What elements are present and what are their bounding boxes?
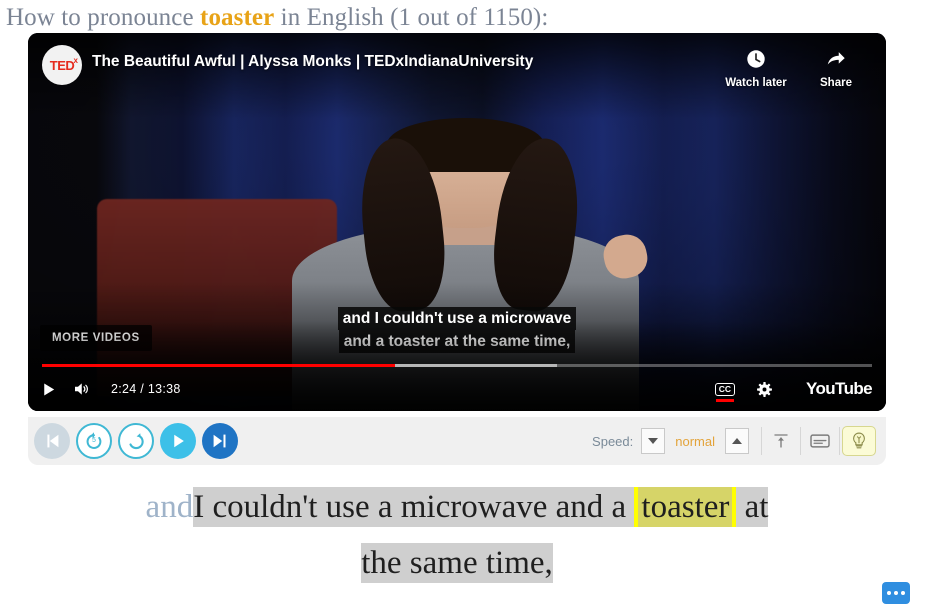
chevron-down-icon <box>648 438 659 444</box>
page-title: How to pronounce toaster in English (1 o… <box>0 0 926 33</box>
speed-label: Speed: <box>592 433 634 449</box>
transcript-line1-before[interactable]: I couldn't use a microwave and a <box>193 487 635 527</box>
video-actions: Watch later Share <box>716 33 886 89</box>
play-button[interactable] <box>160 423 196 459</box>
watch-later-label: Watch later <box>725 77 787 89</box>
svg-text:5: 5 <box>92 437 96 444</box>
scroll-to-top-button[interactable] <box>764 426 798 456</box>
dot-2 <box>894 591 898 595</box>
tedx-logo-icon[interactable]: TED x <box>42 45 82 85</box>
arrow-up-to-bar-icon <box>774 434 788 448</box>
dot-3 <box>901 591 905 595</box>
share-arrow-icon <box>824 47 848 71</box>
repeat-button[interactable] <box>118 423 154 459</box>
transcript-line1-after[interactable]: at <box>736 487 769 527</box>
toolbar-divider-1 <box>761 427 762 455</box>
video-settings-button[interactable] <box>755 380 774 399</box>
speed-decrease-button[interactable] <box>641 428 666 454</box>
share-label: Share <box>820 77 852 89</box>
video-player[interactable]: TED x The Beautiful Awful | Alyssa Monks… <box>28 33 886 411</box>
page-title-suffix: in English (1 out of 1150): <box>274 4 549 31</box>
toolbar-transport-buttons: 5 <box>34 423 238 459</box>
dot-1 <box>887 591 891 595</box>
tedx-logo-superscript: x <box>73 56 78 65</box>
hint-button[interactable] <box>842 426 876 456</box>
page-title-target-word: toaster <box>200 4 275 31</box>
closed-captions-button[interactable]: CC <box>714 382 735 402</box>
speed-increase-button[interactable] <box>725 428 749 454</box>
clock-icon <box>745 47 767 71</box>
transcript-previous-word[interactable]: and <box>145 487 194 527</box>
caption-box-icon <box>810 434 830 448</box>
speed-value: normal <box>675 433 715 449</box>
speed-control: Speed: normal <box>592 428 749 454</box>
video-header: TED x The Beautiful Awful | Alyssa Monks… <box>28 33 886 105</box>
transcript-line-2: the same time, <box>28 535 886 591</box>
transcript-panel[interactable]: andI couldn't use a microwave and a toas… <box>28 479 886 591</box>
youtube-brand-logo[interactable]: YouTube <box>806 379 873 399</box>
video-time-display: 2:24 / 13:38 <box>111 382 181 396</box>
transcript-line-1: andI couldn't use a microwave and a toas… <box>28 479 886 535</box>
more-options-button[interactable] <box>882 582 910 604</box>
playback-toolbar: 5 Speed: normal <box>28 417 886 465</box>
watch-later-button[interactable]: Watch later <box>716 47 796 89</box>
video-controls: 2:24 / 13:38 CC YouTube <box>28 367 886 411</box>
video-volume-button[interactable] <box>71 380 91 398</box>
next-phrase-button[interactable] <box>202 423 238 459</box>
previous-phrase-button[interactable] <box>34 423 70 459</box>
tedx-logo-text: TED <box>49 57 75 73</box>
transcript-target-word[interactable]: toaster <box>634 487 737 527</box>
toolbar-divider-3 <box>839 427 840 455</box>
rewind-5s-button[interactable]: 5 <box>76 423 112 459</box>
toolbar-divider-2 <box>800 427 801 455</box>
share-button[interactable]: Share <box>796 47 876 89</box>
lightbulb-icon <box>853 432 865 449</box>
video-title[interactable]: The Beautiful Awful | Alyssa Monks | TED… <box>92 33 716 71</box>
page-title-prefix: How to pronounce <box>6 4 201 31</box>
chevron-up-icon <box>732 438 742 444</box>
toggle-subtitles-button[interactable] <box>803 426 837 456</box>
video-play-button[interactable] <box>40 381 57 398</box>
transcript-line2-text[interactable]: the same time, <box>361 543 553 583</box>
